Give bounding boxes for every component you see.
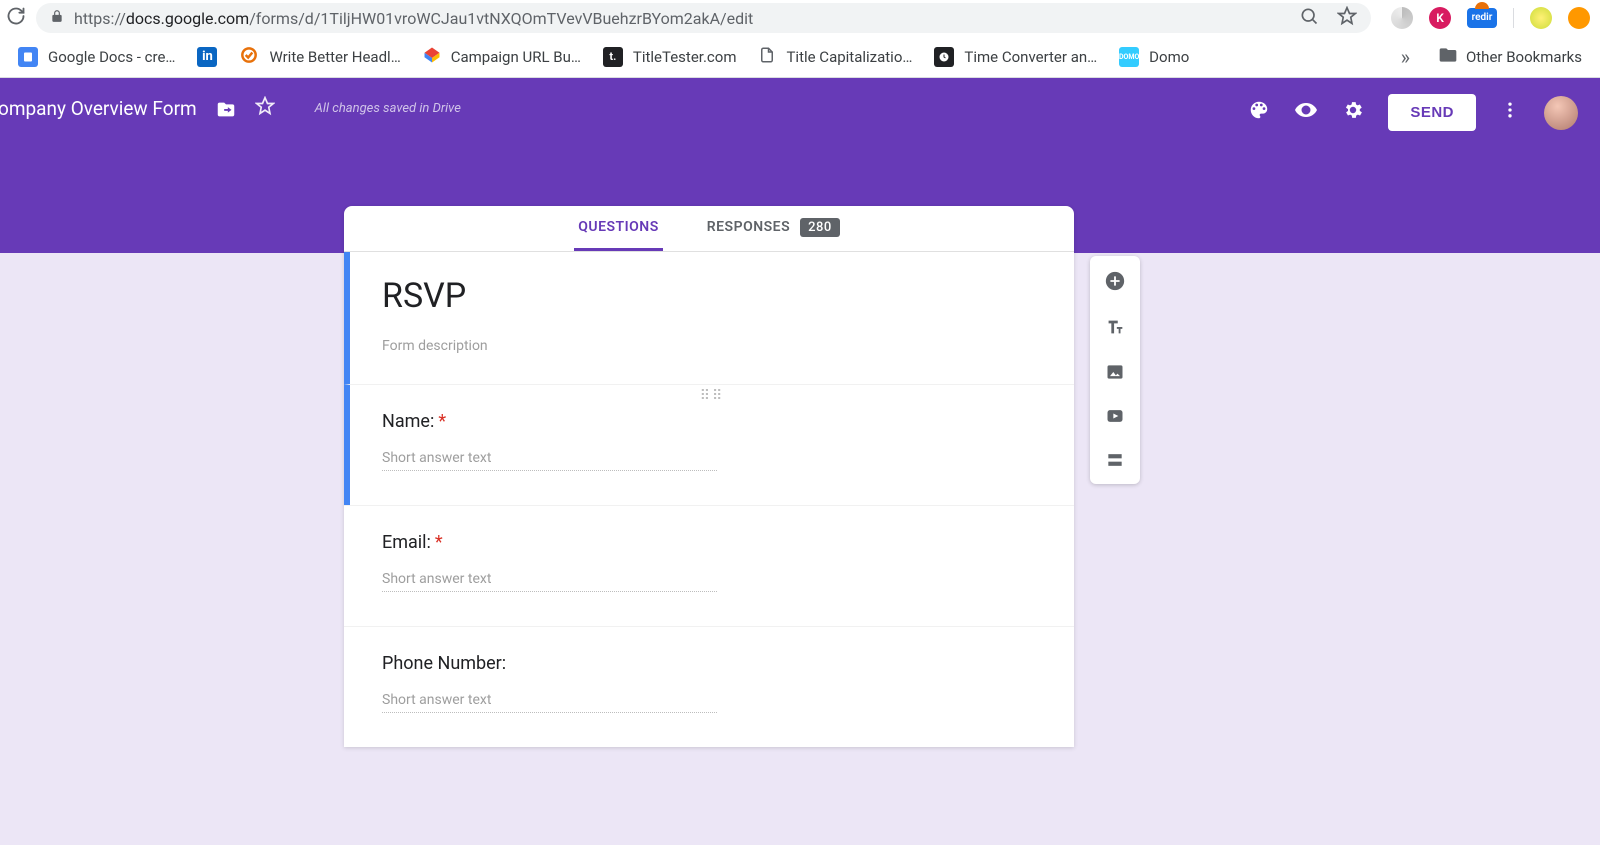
settings-gear-icon[interactable]	[1342, 99, 1364, 126]
drive-folder-icon[interactable]	[215, 98, 237, 120]
form-card: QUESTIONS RESPONSES 280 RSVP Form descri…	[344, 206, 1074, 747]
bookmark-favicon	[423, 46, 441, 68]
bookmark-favicon	[239, 45, 259, 69]
send-button[interactable]: SEND	[1388, 94, 1476, 131]
bookmark-favicon	[758, 46, 776, 68]
bookmark-item[interactable]: Google Docs - cre…	[18, 47, 175, 67]
add-video-icon[interactable]	[1105, 406, 1125, 426]
bookmark-item[interactable]: DOMO Domo	[1119, 47, 1189, 67]
document-title[interactable]: ompany Overview Form	[0, 97, 197, 120]
lock-icon	[50, 9, 64, 27]
divider	[1513, 8, 1514, 28]
bookmark-item[interactable]: Time Converter an…	[934, 47, 1097, 67]
question-label[interactable]: Name:*	[382, 411, 1036, 432]
tab-questions[interactable]: QUESTIONS	[574, 206, 663, 251]
extension-icon[interactable]	[1568, 7, 1590, 29]
question-block[interactable]: Email:* Short answer text	[344, 505, 1074, 626]
bookmark-label: Title Capitalizatio…	[786, 48, 912, 66]
tab-responses[interactable]: RESPONSES 280	[703, 206, 844, 251]
bookmark-label: Google Docs - cre…	[48, 48, 175, 66]
bookmark-label: TitleTester.com	[633, 48, 737, 66]
bookmark-label: Domo	[1149, 48, 1189, 66]
browser-toolbar: https://docs.google.com/forms/d/1TiljHW0…	[0, 0, 1600, 36]
responses-count-badge: 280	[800, 218, 840, 237]
bookmark-favicon: in	[197, 47, 217, 67]
other-bookmarks-folder[interactable]: Other Bookmarks	[1438, 45, 1582, 69]
preview-eye-icon[interactable]	[1294, 98, 1318, 127]
add-section-icon[interactable]	[1105, 450, 1125, 470]
save-status-text: All changes saved in Drive	[315, 101, 461, 116]
extension-icon[interactable]	[1391, 7, 1413, 29]
question-label[interactable]: Email:*	[382, 532, 1036, 553]
bookmark-label: Campaign URL Bu…	[451, 48, 581, 66]
bookmarks-overflow-icon[interactable]: »	[1395, 45, 1416, 69]
bookmark-favicon	[18, 47, 38, 67]
folder-icon	[1438, 45, 1458, 69]
extension-icons: K redir	[1391, 7, 1590, 29]
floating-toolbar	[1090, 256, 1140, 484]
add-image-icon[interactable]	[1105, 362, 1125, 382]
address-bar[interactable]: https://docs.google.com/forms/d/1TiljHW0…	[36, 3, 1371, 33]
add-title-icon[interactable]	[1104, 316, 1126, 338]
bookmark-item[interactable]: Write Better Headl…	[239, 45, 400, 69]
more-vertical-icon[interactable]	[1500, 100, 1520, 125]
question-label[interactable]: Phone Number:	[382, 653, 1036, 674]
question-block[interactable]: Phone Number: Short answer text	[344, 626, 1074, 747]
bookmark-label: Write Better Headl…	[269, 48, 400, 66]
bookmark-item[interactable]: Title Capitalizatio…	[758, 46, 912, 68]
palette-icon[interactable]	[1248, 99, 1270, 126]
bookmark-favicon: t.	[603, 47, 623, 67]
bookmark-favicon: DOMO	[1119, 47, 1139, 67]
bookmark-star-icon[interactable]	[1337, 6, 1357, 31]
required-marker: *	[435, 532, 443, 553]
answer-placeholder: Short answer text	[382, 450, 717, 471]
other-bookmarks-label: Other Bookmarks	[1466, 48, 1582, 66]
bookmark-item[interactable]: in	[197, 47, 217, 67]
question-block[interactable]: ⠿⠿ Name:* Short answer text	[344, 384, 1074, 505]
account-avatar[interactable]	[1544, 96, 1578, 130]
drag-handle-icon[interactable]: ⠿⠿	[700, 393, 725, 399]
bookmark-label: Time Converter an…	[964, 48, 1097, 66]
app-surface: ompany Overview Form All changes saved i…	[0, 78, 1600, 845]
answer-placeholder: Short answer text	[382, 692, 717, 713]
extension-icon[interactable]: redir	[1467, 8, 1497, 28]
bookmark-item[interactable]: Campaign URL Bu…	[423, 46, 581, 68]
extension-icon[interactable]	[1530, 7, 1552, 29]
bookmark-item[interactable]: t. TitleTester.com	[603, 47, 737, 67]
form-header-section[interactable]: RSVP Form description	[344, 252, 1074, 384]
tab-bar: QUESTIONS RESPONSES 280	[344, 206, 1074, 252]
extension-icon[interactable]: K	[1429, 7, 1451, 29]
tab-responses-label: RESPONSES	[707, 219, 790, 235]
search-icon[interactable]	[1299, 6, 1319, 31]
bookmarks-bar: Google Docs - cre… in Write Better Headl…	[0, 36, 1600, 78]
add-question-icon[interactable]	[1104, 270, 1126, 292]
reload-icon[interactable]	[6, 6, 26, 30]
form-description[interactable]: Form description	[382, 338, 1036, 354]
form-title[interactable]: RSVP	[382, 276, 1036, 316]
required-marker: *	[438, 411, 446, 432]
bookmark-favicon	[934, 47, 954, 67]
answer-placeholder: Short answer text	[382, 571, 717, 592]
url-text: https://docs.google.com/forms/d/1TiljHW0…	[74, 9, 1289, 28]
star-icon[interactable]	[255, 96, 275, 121]
